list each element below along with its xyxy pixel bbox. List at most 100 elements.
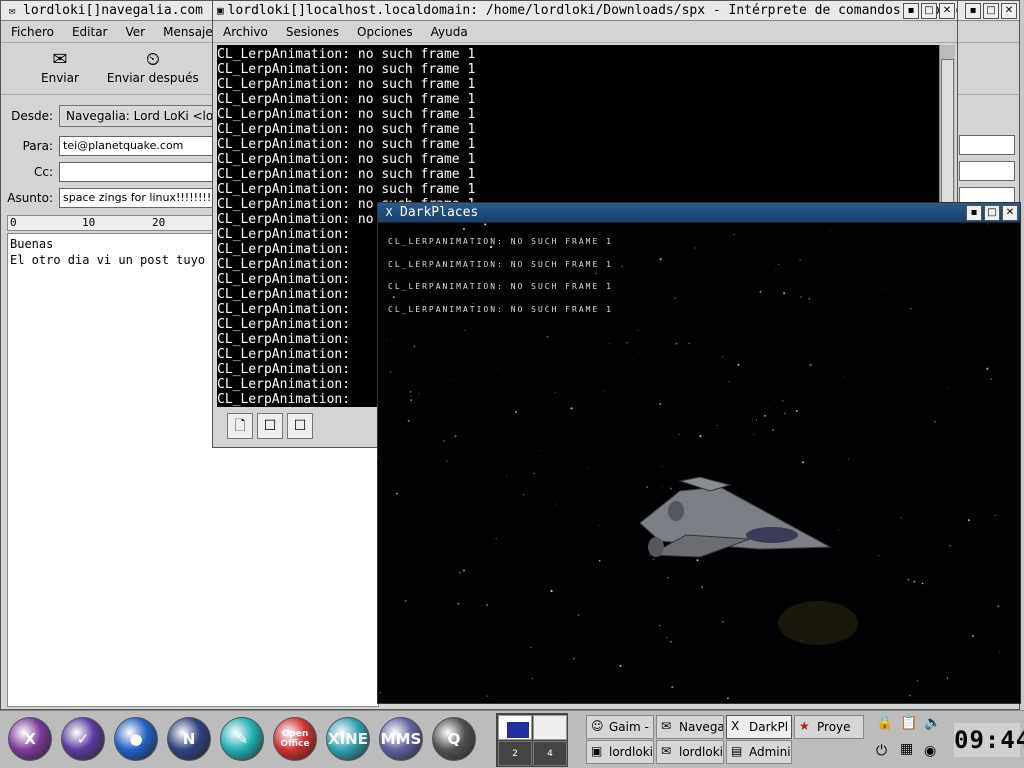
task-admin[interactable]: ▤ Adminis [726,740,792,764]
menu-editar[interactable]: Editar [72,25,108,39]
launcher-label: X [24,730,36,748]
lock-icon[interactable]: 🔒 [876,715,893,731]
star [737,363,740,366]
clock[interactable]: 09:44 [954,723,1024,757]
terminal-line: CL_LerpAnimation: no such frame 1 [217,77,476,92]
task-darkplaces[interactable]: X DarkPl [726,715,792,739]
launcher-label: ✓ [76,730,90,748]
star [910,307,912,310]
star [659,258,662,261]
clipboard-icon[interactable]: 📋 [900,715,917,731]
send-button[interactable]: ✉ Enviar [41,49,79,94]
star [829,229,831,231]
monitor-icon[interactable]: ◉ [924,743,936,759]
from-select[interactable]: Navegalia: Lord LoKi <lor [59,105,219,127]
cc-field-right[interactable] [959,161,1015,181]
menu-ver[interactable]: Ver [126,25,146,39]
star [716,424,718,426]
pen-icon[interactable]: ✎ [220,717,264,761]
session-shell-icon[interactable]: ☐ [287,413,313,439]
star [531,677,533,679]
globe-icon[interactable]: ● [114,717,158,761]
star [570,407,573,410]
star [573,657,575,660]
star [795,409,798,412]
star [427,645,428,647]
mms-icon[interactable]: MMS [379,717,423,761]
star [667,577,669,579]
to-field-right[interactable] [959,135,1015,155]
subject-field[interactable]: space zings for linux!!!!!!!!! [59,188,213,208]
task-konsole[interactable]: ▣ lordloki [586,740,654,764]
task-gaim[interactable]: ☺ Gaim - [586,715,654,739]
konsole-titlebar[interactable]: ▣ lordloki[]localhost.localdomain: /home… [213,1,957,21]
x-logo-icon[interactable]: X [8,717,52,761]
to-field[interactable]: tei@planetquake.com [59,136,213,156]
darkplaces-titlebar[interactable]: X DarkPlaces [378,203,1020,223]
menu-archivo[interactable]: Archivo [223,25,268,39]
system-tray: 🔒 📋 🔊 ⏻ ▦ ◉ [870,713,950,765]
session-shell-icon[interactable]: ☐ [257,413,283,439]
task-mail[interactable]: ✉ lordloki [656,740,724,764]
task-label: Gaim - [609,720,649,734]
desktop-pager: 2 4 [496,713,568,767]
star [809,363,812,367]
star [626,342,628,344]
star [577,614,580,616]
calendar-icon[interactable]: ▦ [900,741,913,757]
menu-opciones[interactable]: Opciones [357,25,413,39]
desktop-1[interactable] [498,715,532,740]
cc-field[interactable] [59,162,213,182]
star [418,393,420,395]
minimize-button[interactable]: ▪ [965,3,981,19]
task-proyecto[interactable]: ★ Proye [794,715,864,739]
star-icon: ★ [799,719,810,733]
star [530,646,532,649]
checklist-icon[interactable]: ✓ [61,717,105,761]
star [669,487,673,490]
desktop-4[interactable]: 4 [533,741,567,766]
ruler: 0 10 20 [7,215,217,231]
menu-sesiones[interactable]: Sesiones [286,25,339,39]
star [721,620,724,623]
close-button[interactable]: ✕ [1002,205,1018,221]
xine-icon[interactable]: XINE [326,717,370,761]
star [410,399,412,401]
star [486,695,489,697]
star [548,681,550,683]
volume-icon[interactable]: 🔊 [924,715,941,731]
close-button[interactable]: ✕ [1001,3,1017,19]
close-button[interactable]: ✕ [939,3,955,19]
send-icon: ✉ [52,49,68,70]
new-session-icon[interactable]: 🗋 [227,413,253,439]
quake-icon[interactable]: Q [432,717,476,761]
menu-fichero[interactable]: Fichero [11,25,54,39]
maximize-button[interactable]: □ [921,3,937,19]
console-line: CL_LERPANIMATION: NO SUCH FRAME 1 [388,237,613,246]
maximize-button[interactable]: □ [984,205,1000,221]
konsole-menubar: Archivo Sesiones Opciones Ayuda [213,21,957,43]
desktop-3[interactable] [533,715,567,740]
power-icon[interactable]: ⏻ [876,743,887,759]
terminal-line: CL_LerpAnimation: no such frame 1 [217,182,476,197]
star [967,519,970,522]
maximize-button[interactable]: □ [983,3,999,19]
minimize-button[interactable]: ▪ [903,3,919,19]
star [733,234,735,236]
star [837,529,839,531]
send-later-button[interactable]: ⏲ Enviar después [107,49,199,94]
star [998,651,1001,653]
star [678,433,680,436]
menu-mensaje[interactable]: Mensaje [163,25,213,39]
netscape-icon[interactable]: N [167,717,211,761]
star [764,414,767,417]
desktop-2[interactable]: 2 [498,741,532,766]
star [463,569,465,572]
darkplaces-title: DarkPlaces [400,205,479,220]
openoffice-icon[interactable]: Open Office [273,717,317,761]
task-navegalia[interactable]: ✉ Navega [656,715,724,739]
star [759,290,762,293]
game-console: CL_LERPANIMATION: NO SUCH FRAME 1 CL_LER… [388,223,613,328]
menu-ayuda[interactable]: Ayuda [431,25,468,39]
minimize-button[interactable]: ▪ [966,205,982,221]
